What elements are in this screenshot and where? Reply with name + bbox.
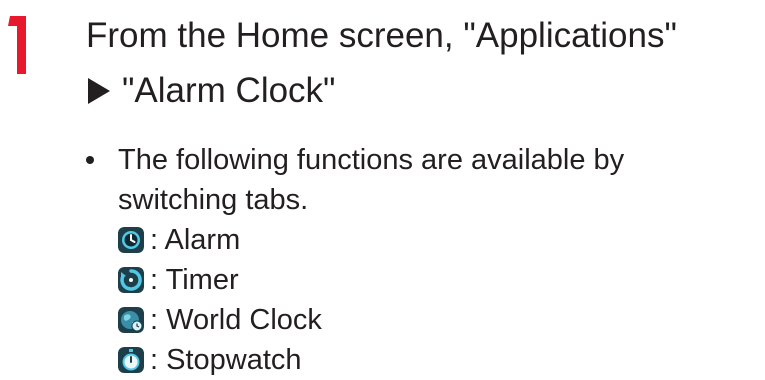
tab-label-alarm: : Alarm (150, 224, 241, 256)
tab-item-alarm: : Alarm (118, 220, 738, 260)
bullet-note: The following functions are available by… (86, 140, 738, 380)
tab-item-world-clock: : World Clock (118, 300, 738, 340)
tab-label-stopwatch: : Stopwatch (150, 344, 302, 376)
timer-icon (118, 267, 144, 293)
tab-label-timer: : Timer (150, 264, 239, 296)
tab-item-timer: : Timer (118, 260, 738, 300)
world-clock-icon (118, 307, 144, 333)
step-number-1 (8, 16, 26, 74)
tab-function-list: : Alarm : Timer : World Clock: Stopwatc… (118, 220, 738, 380)
step-heading: From the Home screen, "Applications" "Al… (86, 8, 677, 118)
arrow-right-icon (88, 78, 110, 104)
heading-line-2: "Alarm Clock" (86, 63, 677, 118)
alarm-clock-icon (118, 227, 144, 253)
tab-label-world-clock: : World Clock (150, 304, 322, 336)
bullet-dot-icon (86, 156, 94, 164)
heading-line-1: From the Home screen, "Applications" (86, 16, 677, 55)
bullet-text: The following functions are available by… (118, 144, 625, 216)
heading-line-2-text: "Alarm Clock" (122, 71, 336, 110)
stopwatch-icon (118, 347, 144, 373)
tab-item-stopwatch: : Stopwatch (118, 340, 738, 380)
